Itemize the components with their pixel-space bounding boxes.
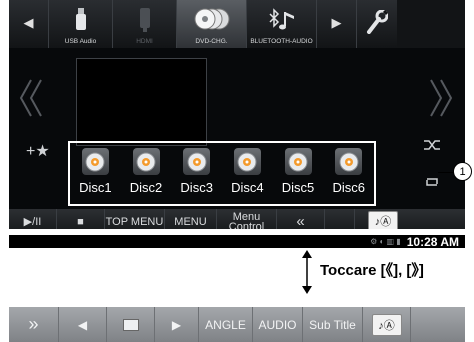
- bluetooth-music-icon: [267, 8, 297, 37]
- disc-icon: [233, 148, 261, 175]
- disc-label: Disc1: [79, 180, 112, 195]
- source-dvd-changer-button[interactable]: DVD-CHG.: [177, 0, 247, 48]
- source-prev-button[interactable]: ◀: [9, 0, 49, 48]
- alt-spacer: [411, 307, 465, 342]
- source-next-button[interactable]: ▶: [317, 0, 357, 48]
- dvd-changer-icon: [194, 8, 230, 35]
- alt-mode-switch-button[interactable]: ♪Ⓐ: [363, 307, 411, 342]
- video-thumbnail[interactable]: [76, 58, 207, 146]
- source-hdmi-button[interactable]: HDMI: [113, 0, 177, 48]
- screen-icon: [122, 318, 139, 331]
- audio-button[interactable]: AUDIO: [253, 307, 303, 342]
- top-menu-button[interactable]: TOP MENU: [105, 209, 165, 229]
- mode-switch-button[interactable]: ♪Ⓐ: [355, 209, 411, 229]
- favorite-star-button[interactable]: +★: [26, 141, 50, 161]
- subtitle-button[interactable]: Sub Title: [303, 307, 363, 342]
- forward-to-main-bar-button[interactable]: »: [9, 307, 59, 342]
- display-mode-button[interactable]: [107, 307, 155, 342]
- repeat-icon[interactable]: [424, 175, 440, 191]
- back-to-alt-bar-button[interactable]: «: [277, 209, 325, 229]
- topbar-spacer: [397, 0, 465, 48]
- music-mode-icon: ♪Ⓐ: [371, 313, 402, 336]
- control-spacer: [325, 209, 355, 229]
- instruction-text: Toccare [《], [》]: [320, 262, 424, 279]
- menu-control-button[interactable]: Menu Control: [217, 209, 277, 229]
- source-usb-audio-button[interactable]: USB Audio: [49, 0, 113, 48]
- disc-icon: [284, 148, 312, 175]
- double-headed-arrow-icon: [302, 250, 312, 294]
- disc-icon: [335, 148, 363, 175]
- previous-chapter-icon[interactable]: [17, 78, 45, 118]
- disc-button-2[interactable]: Disc2: [121, 143, 172, 204]
- connection-status-icons: ⚙ ◐ ▥ ▮: [370, 237, 401, 246]
- stop-button[interactable]: ■: [57, 209, 105, 229]
- setup-button[interactable]: [357, 0, 397, 48]
- disc-label: Disc2: [129, 180, 163, 195]
- music-mode-icon: ♪Ⓐ: [368, 211, 398, 229]
- callout-number: 1: [453, 162, 472, 181]
- shuffle-icon[interactable]: [424, 138, 440, 154]
- disc-icon: [132, 148, 160, 175]
- angle-button[interactable]: ANGLE: [199, 307, 253, 342]
- disc-button-5[interactable]: Disc5: [273, 143, 324, 204]
- disc-button-6[interactable]: Disc6: [323, 143, 374, 204]
- disc-icon: [183, 148, 211, 175]
- next-chapter-icon[interactable]: [427, 78, 455, 118]
- prev-button[interactable]: ◀: [59, 307, 107, 342]
- playback-control-bar: ▶/II ■ TOP MENU MENU Menu Control « ♪Ⓐ: [9, 209, 465, 229]
- disc-label: Disc6: [332, 180, 365, 195]
- play-pause-button[interactable]: ▶/II: [9, 209, 57, 229]
- disc-label: Disc3: [180, 180, 213, 195]
- alternate-control-bar: » ◀ ▶ ANGLE AUDIO Sub Title ♪Ⓐ: [9, 307, 465, 342]
- source-bluetooth-audio-button[interactable]: BLUETOOTH-AUDIO: [247, 0, 317, 48]
- disc-selector: Disc1 Disc2 Disc3 Disc4 Disc5 Disc6: [68, 141, 376, 206]
- clock: 10:28 AM: [406, 234, 459, 249]
- menu-button[interactable]: MENU: [165, 209, 217, 229]
- usb-stick-icon: [75, 8, 86, 37]
- disc-icon: [81, 148, 109, 175]
- disc-button-3[interactable]: Disc3: [171, 143, 222, 204]
- setup-wrench-icon: [366, 9, 389, 39]
- source-bar: ◀ USB Audio HDMI DVD-CHG. BLUETOOTH-AUDI…: [9, 0, 465, 48]
- disc-button-4[interactable]: Disc4: [222, 143, 273, 204]
- next-button[interactable]: ▶: [155, 307, 199, 342]
- dvd-changer-screen: ◀ USB Audio HDMI DVD-CHG. BLUETOOTH-AUDI…: [9, 0, 465, 229]
- disc-button-1[interactable]: Disc1: [70, 143, 121, 204]
- disc-label: Disc4: [231, 180, 264, 195]
- status-bar: ⚙ ◐ ▥ ▮ 10:28 AM: [9, 234, 465, 249]
- hdmi-icon: [139, 8, 150, 37]
- disc-label: Disc5: [281, 180, 315, 195]
